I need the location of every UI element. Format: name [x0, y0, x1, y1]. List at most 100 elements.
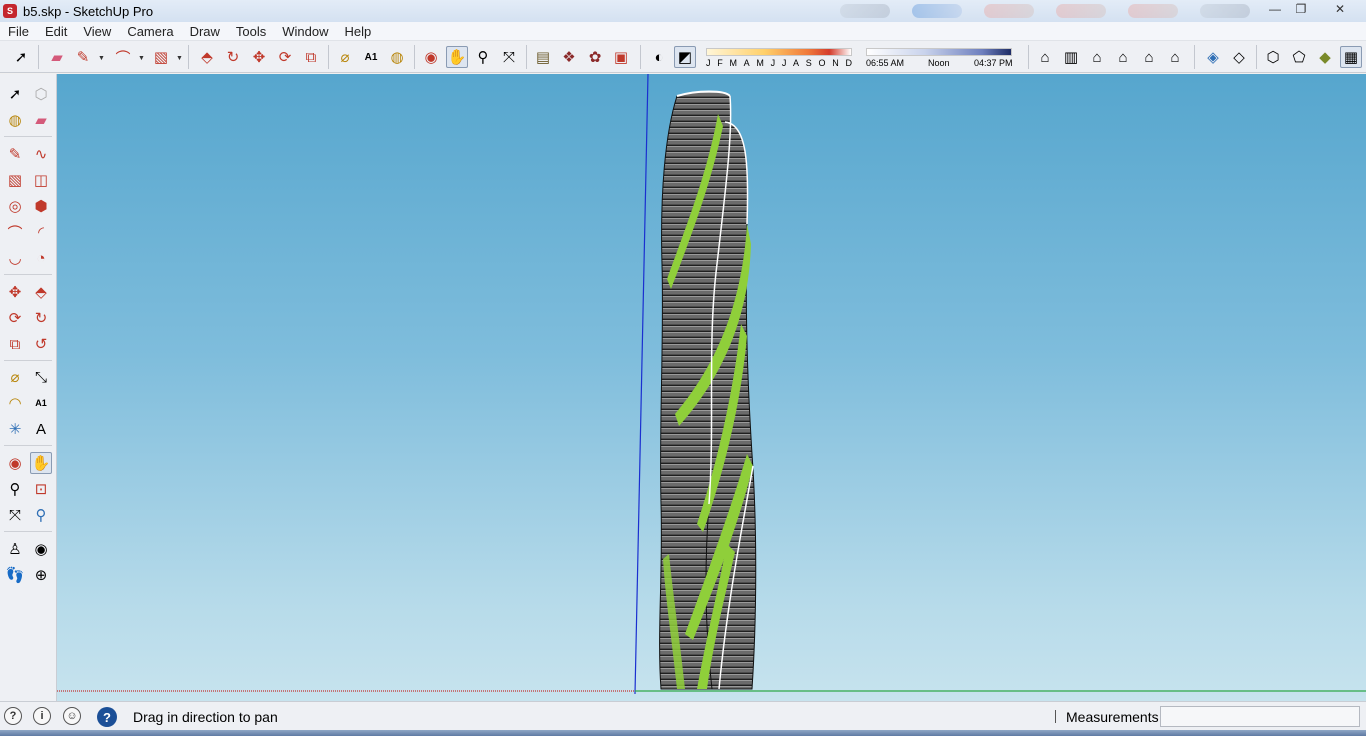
left-view-icon[interactable]: ⌂ — [1164, 46, 1186, 68]
status-message: Drag in direction to pan — [133, 709, 278, 725]
pie-icon[interactable]: ◔ — [30, 247, 52, 269]
restore-icon[interactable]: ❐ — [1287, 1, 1315, 17]
menu-bar: File Edit View Camera Draw Tools Window … — [0, 22, 1366, 41]
tape-measure-icon[interactable]: ⌀ — [334, 46, 356, 68]
twisted-tower — [659, 90, 757, 690]
orbit-icon[interactable]: ◉ — [4, 452, 26, 474]
geo-location-icon[interactable]: ? — [4, 707, 22, 725]
shaded-textures-icon[interactable]: ▦ — [1340, 46, 1362, 68]
zoom-icon[interactable]: ⚲ — [472, 46, 494, 68]
protractor-icon[interactable]: ◠ — [4, 392, 26, 414]
back-edges-icon[interactable]: ◇ — [1228, 46, 1250, 68]
month-label: D — [845, 58, 852, 68]
month-slider[interactable] — [706, 48, 852, 56]
time-slider[interactable] — [866, 48, 1012, 56]
menu-window[interactable]: Window — [274, 24, 336, 39]
position-camera-icon[interactable]: ♙ — [4, 538, 26, 560]
rectangle-icon[interactable]: ▧ — [4, 169, 26, 191]
xray-icon[interactable]: ◈ — [1202, 46, 1224, 68]
paint-bucket-icon[interactable]: ◍ — [386, 46, 408, 68]
paint-bucket-icon[interactable]: ◍ — [4, 109, 26, 131]
text-icon[interactable]: A1 — [360, 46, 382, 68]
front-view-icon[interactable]: ⌂ — [1086, 46, 1108, 68]
iso-view-icon[interactable]: ⌂ — [1034, 46, 1056, 68]
window-title: b5.skp - SketchUp Pro — [23, 3, 154, 19]
3d-warehouse-icon[interactable]: ▤ — [532, 46, 554, 68]
arc-icon[interactable]: ⌒ — [4, 221, 26, 243]
right-view-icon[interactable]: ⌂ — [1112, 46, 1134, 68]
back-view-icon[interactable]: ⌂ — [1138, 46, 1160, 68]
credits-icon[interactable]: i — [33, 707, 51, 725]
extension-warehouse-icon[interactable]: ✿ — [584, 46, 606, 68]
menu-draw[interactable]: Draw — [182, 24, 228, 39]
select-icon[interactable]: ➚ — [4, 83, 26, 105]
components-icon[interactable]: ❖ — [558, 46, 580, 68]
tape-measure-icon[interactable]: ⌀ — [4, 366, 26, 388]
menu-file[interactable]: File — [0, 24, 37, 39]
close-icon[interactable]: ✕ — [1326, 1, 1354, 17]
dimension-icon[interactable]: ⤡ — [30, 366, 52, 388]
eraser-icon[interactable]: ▰ — [30, 109, 52, 131]
freehand-icon[interactable]: ∿ — [30, 143, 52, 165]
push-pull-icon[interactable]: ⬘ — [30, 281, 52, 303]
circle-icon[interactable]: ◎ — [4, 195, 26, 217]
3d-text-icon[interactable]: A — [30, 418, 52, 440]
rotate-icon[interactable]: ⟳ — [4, 307, 26, 329]
hidden-line-icon[interactable]: ⬠ — [1288, 46, 1310, 68]
user-icon[interactable]: ☺ — [63, 707, 81, 725]
instructor-help-icon[interactable]: ? — [97, 707, 117, 727]
measurements-input[interactable] — [1160, 706, 1360, 727]
layout-icon[interactable]: ▣ — [610, 46, 632, 68]
display-fog-icon[interactable]: ◩ — [674, 46, 696, 68]
section-plane-icon[interactable]: ⊕ — [30, 564, 52, 586]
rectangle-icon[interactable]: ▧ — [150, 46, 172, 68]
shaded-icon[interactable]: ◆ — [1314, 46, 1336, 68]
pencil-icon[interactable]: ✎ — [72, 46, 94, 68]
polygon-icon[interactable]: ⬢ — [30, 195, 52, 217]
menu-help[interactable]: Help — [337, 24, 380, 39]
pan-icon[interactable]: ✋ — [30, 452, 52, 474]
zoom-extents-icon[interactable]: ⤧ — [4, 504, 26, 526]
select-icon[interactable]: ➚ — [10, 46, 32, 68]
make-component-icon[interactable]: ⬡ — [30, 83, 52, 105]
menu-view[interactable]: View — [75, 24, 119, 39]
pan-icon[interactable]: ✋ — [446, 46, 468, 68]
move-icon[interactable]: ✥ — [4, 281, 26, 303]
model-viewport[interactable] — [57, 74, 1366, 701]
two-point-arc-icon[interactable]: ◜ — [30, 221, 52, 243]
eraser-icon[interactable]: ▰ — [46, 46, 68, 68]
follow-me-icon[interactable]: ↻ — [222, 46, 244, 68]
top-view-icon[interactable]: ▥ — [1060, 46, 1082, 68]
scale-icon[interactable]: ⧉ — [300, 46, 322, 68]
move-icon[interactable]: ✥ — [248, 46, 270, 68]
text-icon[interactable]: A1 — [30, 392, 52, 414]
rotate-icon[interactable]: ⟳ — [274, 46, 296, 68]
line-icon[interactable]: ✎ — [4, 143, 26, 165]
zoom-window-icon[interactable]: ⊡ — [30, 478, 52, 500]
arc-icon[interactable]: ⌒ — [112, 46, 134, 68]
menu-tools[interactable]: Tools — [228, 24, 274, 39]
orbit-icon[interactable]: ◉ — [420, 46, 442, 68]
wireframe-icon[interactable]: ⬡ — [1262, 46, 1284, 68]
scale-icon[interactable]: ⧉ — [4, 333, 26, 355]
model-canvas[interactable] — [57, 74, 1366, 701]
rotated-rectangle-icon[interactable]: ◫ — [30, 169, 52, 191]
windows-taskbar — [0, 730, 1366, 736]
push-pull-icon[interactable]: ⬘ — [196, 46, 218, 68]
previous-view-icon[interactable]: ⚲ — [30, 504, 52, 526]
month-label: J — [706, 58, 711, 68]
zoom-extents-icon[interactable]: ⤧ — [498, 46, 520, 68]
walk-icon[interactable]: 👣 — [4, 564, 26, 586]
time-noon-label: Noon — [928, 58, 950, 68]
display-shadows-icon[interactable]: ◐ — [648, 46, 670, 68]
zoom-icon[interactable]: ⚲ — [4, 478, 26, 500]
look-around-icon[interactable]: ◉ — [30, 538, 52, 560]
minimize-icon[interactable]: — — [1261, 1, 1289, 17]
menu-edit[interactable]: Edit — [37, 24, 75, 39]
three-point-arc-icon[interactable]: ◡ — [4, 247, 26, 269]
month-label: M — [756, 58, 764, 68]
menu-camera[interactable]: Camera — [119, 24, 181, 39]
offset-icon[interactable]: ↺ — [30, 333, 52, 355]
follow-me-icon[interactable]: ↻ — [30, 307, 52, 329]
axes-icon[interactable]: ✳ — [4, 418, 26, 440]
